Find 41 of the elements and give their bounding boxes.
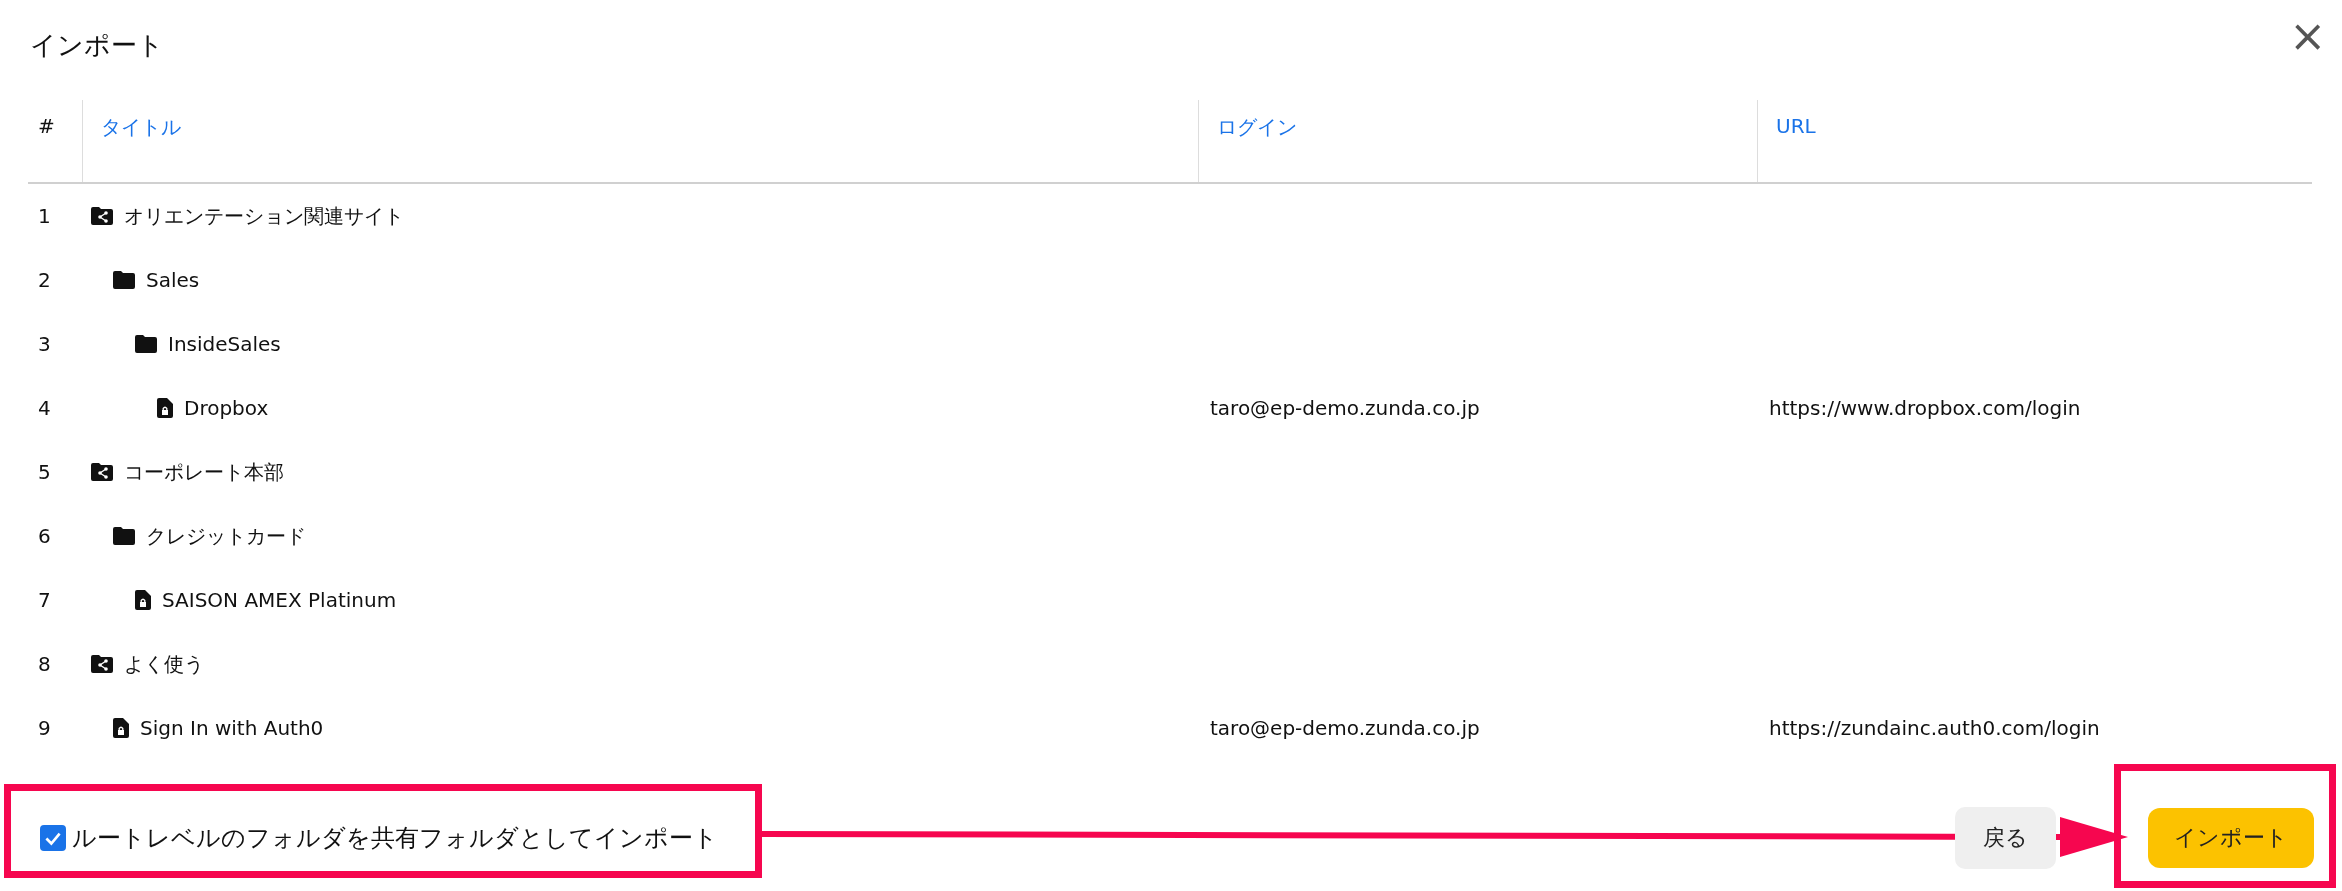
entry-title: オリエンテーション関連サイト xyxy=(124,202,404,230)
entry-title: Sign In with Auth0 xyxy=(140,716,324,740)
login-text: taro@ep-demo.zunda.co.jp xyxy=(1210,716,1480,740)
url-text: https://zundainc.auth0.com/login xyxy=(1769,716,2100,740)
entry-title: Sales xyxy=(146,268,200,292)
shared-folder-icon xyxy=(90,654,114,674)
close-button[interactable]: × xyxy=(2283,14,2332,58)
dialog-title: インポート xyxy=(30,29,164,62)
folder-icon xyxy=(112,526,136,546)
url-text: https://www.dropbox.com/login xyxy=(1769,396,2081,420)
root-folder-checkbox[interactable]: ルートレベルのフォルダを共有フォルダとしてインポート xyxy=(40,821,718,854)
row-number: 3 xyxy=(37,332,52,356)
row-number: 7 xyxy=(37,588,52,612)
row-number: 9 xyxy=(37,716,52,740)
entry-title: クレジットカード xyxy=(146,522,306,550)
shared-folder-icon xyxy=(90,462,114,482)
row-number: 8 xyxy=(37,652,52,676)
row-number: 1 xyxy=(37,204,52,228)
row-number: 6 xyxy=(37,524,52,548)
entry-title: コーポレート本部 xyxy=(124,458,284,486)
column-header: # xyxy=(37,113,56,140)
folder-icon xyxy=(134,334,158,354)
login-text: taro@ep-demo.zunda.co.jp xyxy=(1210,396,1480,420)
checkbox[interactable] xyxy=(40,824,66,851)
import-button[interactable]: インポート xyxy=(2148,807,2314,868)
column-header[interactable]: URL xyxy=(1757,100,2312,182)
entry-title: InsideSales xyxy=(168,332,281,356)
entry-title: SAISON AMEX Platinum xyxy=(162,588,397,612)
entry-title: よく使う xyxy=(124,650,204,678)
row-number: 2 xyxy=(37,268,52,292)
column-header[interactable]: ログイン xyxy=(1198,100,1757,182)
shared-folder-icon xyxy=(90,206,114,226)
row-number: 5 xyxy=(37,460,52,484)
entry-title: Dropbox xyxy=(184,396,269,420)
row-number: 4 xyxy=(37,396,52,420)
back-button[interactable]: 戻る xyxy=(1955,806,2056,869)
folder-icon xyxy=(112,270,136,290)
column-header[interactable]: タイトル xyxy=(82,100,1198,182)
locked-file-icon xyxy=(156,397,174,419)
locked-file-icon xyxy=(134,589,152,611)
locked-file-icon xyxy=(112,717,130,739)
